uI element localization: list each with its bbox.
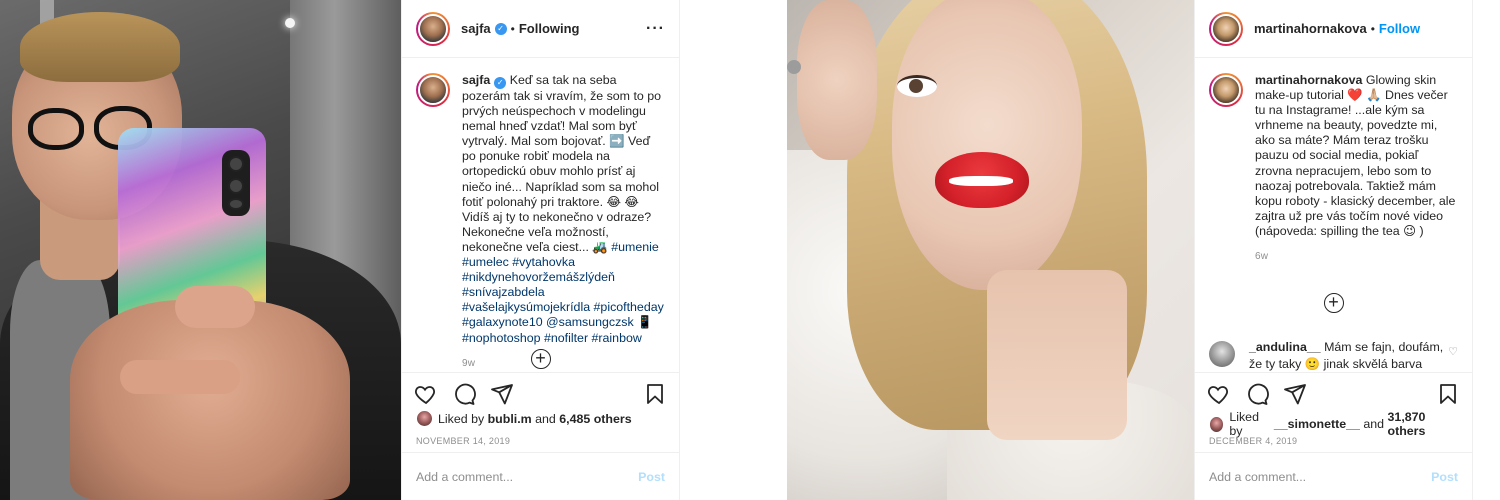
post-detail-panel: sajfa ✓ • Following ··· sajfa ✓ Keď sa ta… xyxy=(401,0,680,500)
post-comment-button[interactable]: Post xyxy=(638,470,665,484)
following-button[interactable]: Following xyxy=(519,21,580,36)
liker-avatar[interactable] xyxy=(1209,415,1225,433)
post-header: sajfa ✓ • Following ··· xyxy=(402,0,679,58)
post-detail-panel: martinahornakova • Follow martinahornako… xyxy=(1194,0,1473,500)
comment-input[interactable]: Add a comment... xyxy=(416,470,638,484)
likes-summary: Liked by __simonette__ and 31,870 others xyxy=(1209,410,1458,438)
plus-circle-icon[interactable]: + xyxy=(1323,293,1344,313)
post-photo-portrait[interactable] xyxy=(787,0,1194,500)
post-header: martinahornakova • Follow xyxy=(1195,0,1472,58)
instagram-post-martinahornakova: martinahornakova • Follow martinahornako… xyxy=(787,0,1473,500)
caption-username[interactable]: martinahornakova xyxy=(1255,73,1362,87)
comment-form: Add a comment... Post xyxy=(402,452,679,500)
share-icon[interactable] xyxy=(490,382,514,406)
avatar[interactable] xyxy=(1211,75,1241,105)
action-bar xyxy=(1195,372,1472,414)
liked-by-others[interactable]: 6,485 others xyxy=(559,412,631,426)
post-date[interactable]: NOVEMBER 14, 2019 xyxy=(416,436,510,446)
heart-icon[interactable] xyxy=(414,382,438,406)
separator-dot: • xyxy=(510,21,515,36)
liked-by-user[interactable]: bubli.m xyxy=(488,412,532,426)
heart-icon[interactable] xyxy=(1207,382,1231,406)
username-link[interactable]: martinahornakova xyxy=(1254,21,1367,36)
plus-circle-icon[interactable]: + xyxy=(530,349,551,369)
avatar[interactable] xyxy=(1211,13,1241,44)
more-horizontal-icon[interactable]: ··· xyxy=(646,20,665,37)
comment-input[interactable]: Add a comment... xyxy=(1209,470,1431,484)
caption-row: sajfa ✓ Keď sa tak na seba pozerám tak si… xyxy=(416,73,665,346)
liked-by-prefix: Liked by xyxy=(438,411,485,426)
verified-icon: ✓ xyxy=(494,22,507,35)
post-photo-selfie[interactable] xyxy=(0,0,401,500)
story-ring[interactable] xyxy=(1209,73,1243,107)
heart-icon[interactable]: ♡ xyxy=(1448,345,1458,358)
story-ring[interactable] xyxy=(416,11,450,46)
caption-age[interactable]: 9w xyxy=(462,358,665,369)
comments-scroll-area[interactable]: sajfa ✓ Keď sa tak na seba pozerám tak si… xyxy=(402,59,679,372)
share-icon[interactable] xyxy=(1283,382,1307,406)
comment-username[interactable]: _andulina__ xyxy=(1249,340,1321,354)
username-link[interactable]: sajfa xyxy=(461,21,491,36)
caption-hashtags[interactable]: #umenie #umelec #vytahovka #nikdynehovor… xyxy=(462,240,664,345)
avatar[interactable] xyxy=(418,75,448,105)
comments-scroll-area[interactable]: martinahornakova Glowing skin make-up tu… xyxy=(1195,59,1472,372)
liked-and: and xyxy=(535,411,556,426)
caption-text: martinahornakova Glowing skin make-up tu… xyxy=(1255,73,1458,239)
post-date[interactable]: DECEMBER 4, 2019 xyxy=(1209,436,1297,446)
story-ring[interactable] xyxy=(416,73,450,107)
instagram-post-sajfa: sajfa ✓ • Following ··· sajfa ✓ Keď sa ta… xyxy=(0,0,680,500)
verified-icon: ✓ xyxy=(494,77,507,89)
comment-form: Add a comment... Post xyxy=(1195,452,1472,500)
comment-text: _andulina__ Mám se fajn, doufám, že ty t… xyxy=(1249,339,1448,372)
story-ring[interactable] xyxy=(1209,11,1243,46)
liked-by-prefix: Liked by xyxy=(1229,410,1259,438)
likes-summary: Liked by bubli.m and 6,485 others xyxy=(416,410,665,427)
avatar[interactable] xyxy=(418,13,448,44)
caption-text: sajfa ✓ Keď sa tak na seba pozerám tak si… xyxy=(462,73,665,346)
action-bar xyxy=(402,372,679,414)
caption-body: Keď sa tak na seba pozerám tak si vravím… xyxy=(462,73,662,254)
liker-avatar[interactable] xyxy=(416,410,433,427)
caption-username[interactable]: sajfa xyxy=(462,73,490,87)
liked-by-user[interactable]: __simonette__ xyxy=(1274,417,1360,431)
post-comment-button[interactable]: Post xyxy=(1431,470,1458,484)
bookmark-icon[interactable] xyxy=(1436,382,1460,406)
separator-dot: • xyxy=(1370,21,1375,36)
caption-age[interactable]: 6w xyxy=(1255,251,1458,262)
comment-row: _andulina__ Mám se fajn, doufám, že ty t… xyxy=(1209,339,1458,372)
follow-button[interactable]: Follow xyxy=(1379,21,1420,36)
liked-by-others[interactable]: 31,870 others xyxy=(1388,410,1458,438)
comment-icon[interactable] xyxy=(452,382,476,406)
caption-body: Glowing skin make-up tutorial ❤️ 🙏🏼 Dnes… xyxy=(1255,73,1456,238)
caption-row: martinahornakova Glowing skin make-up tu… xyxy=(1209,73,1458,239)
liked-and: and xyxy=(1363,417,1385,431)
avatar[interactable] xyxy=(1209,341,1235,367)
comment-icon[interactable] xyxy=(1245,382,1269,406)
bookmark-icon[interactable] xyxy=(643,382,667,406)
